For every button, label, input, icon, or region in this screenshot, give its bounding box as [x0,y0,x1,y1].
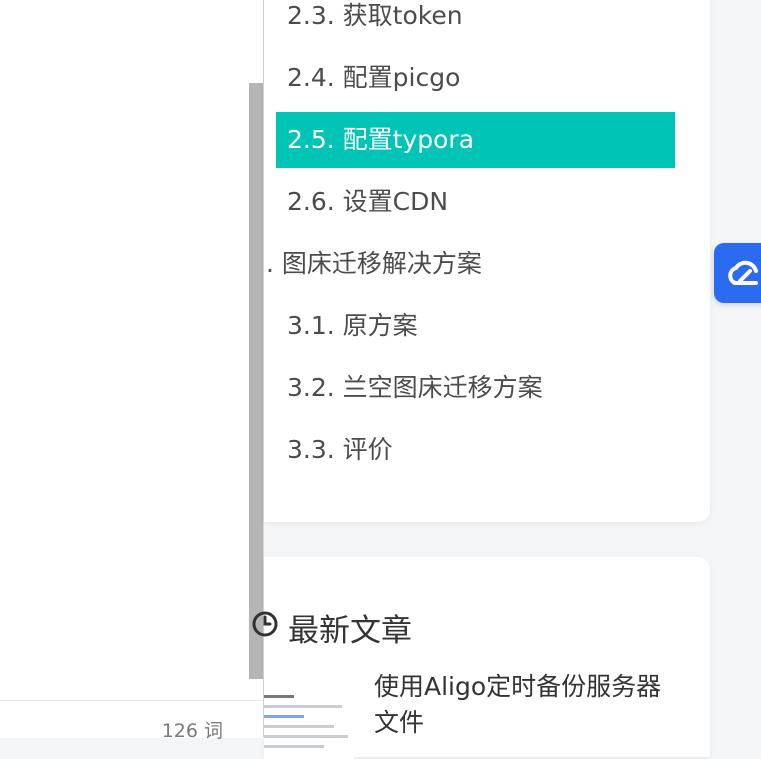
cloud-float-button[interactable] [714,243,761,303]
latest-posts-card: 最新文章 使用Aligo定时备份服务器文件 [252,557,710,759]
scrollbar-thumb[interactable] [249,83,263,679]
toc-item-label: 3.3. 评价 [287,435,393,464]
toc-item-2-5-active[interactable]: 2.5. 配置typora [276,112,675,168]
toc-item-label: 3.2. 兰空图床迁移方案 [287,373,543,402]
toc-item-2-4[interactable]: 2.4. 配置picgo [276,50,675,106]
toc-item-label: 2.6. 设置CDN [287,187,449,216]
toc-item-2-3[interactable]: 2.3. 获取token [276,0,675,44]
latest-posts-title: 最新文章 [288,613,412,649]
toc-item-3-1[interactable]: 3.1. 原方案 [276,298,675,354]
toc-item-3-2[interactable]: 3.2. 兰空图床迁移方案 [276,360,675,416]
toc-item-label: 3.1. 原方案 [287,311,418,340]
toc-card: 2.3. 获取token 2.4. 配置picgo 2.5. 配置typora … [264,0,710,522]
word-count: 126 词 [161,720,223,742]
toc-item-3-3[interactable]: 3.3. 评价 [276,422,675,478]
toc-item-2-6[interactable]: 2.6. 设置CDN [276,174,675,230]
clock-icon [250,609,280,639]
post-thumbnail[interactable] [264,689,354,759]
toc-item-label: 2.5. 配置typora [287,125,475,154]
toc-item-label: 2.3. 获取token [287,1,463,30]
toc-item-label: . 图床迁移解决方案 [266,249,482,278]
toc-item-section-3[interactable]: . 图床迁移解决方案 [266,236,675,292]
editor-pane [0,0,264,737]
status-bar: 126 词 [0,700,263,742]
toc-item-label: 2.4. 配置picgo [287,63,461,92]
post-title-link[interactable]: 使用Aligo定时备份服务器文件 [374,669,674,741]
